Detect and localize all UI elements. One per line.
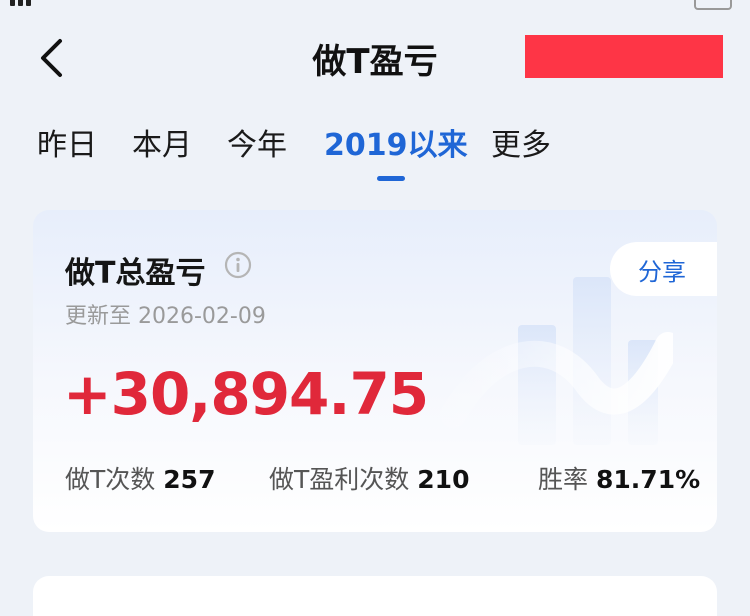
chevron-left-icon: [41, 39, 62, 77]
info-icon[interactable]: [224, 251, 252, 279]
signal-icon: [10, 0, 31, 6]
stat-trade-count: 做T次数 257: [65, 460, 215, 496]
redacted-area: [525, 35, 723, 78]
stat-profit-count: 做T盈利次数 210: [269, 460, 469, 496]
stat-value: 81.71%: [596, 465, 701, 494]
tab-yesterday[interactable]: 昨日: [37, 120, 97, 164]
header: 做T盈亏: [0, 24, 750, 94]
total-profit-value: +30,894.75: [63, 360, 429, 428]
tab-this-month[interactable]: 本月: [132, 120, 192, 164]
stat-label: 做T次数: [65, 465, 156, 494]
tab-since-2019[interactable]: 2019以来: [324, 120, 468, 164]
stat-value: 257: [163, 465, 216, 494]
battery-icon: [694, 0, 732, 10]
updated-date: 更新至 2026-02-09: [65, 304, 266, 329]
back-button[interactable]: [30, 36, 74, 80]
stat-label: 胜率: [538, 465, 589, 494]
active-tab-indicator: [377, 176, 405, 181]
stat-label: 做T盈利次数: [269, 465, 410, 494]
tab-this-year[interactable]: 今年: [227, 120, 287, 164]
card-title: 做T总盈亏: [65, 256, 206, 291]
share-button[interactable]: 分享: [610, 242, 717, 296]
stat-value: 210: [417, 465, 470, 494]
stat-win-rate: 胜率 81.71%: [538, 460, 700, 496]
next-card: [33, 576, 717, 616]
tab-more[interactable]: 更多: [491, 120, 551, 164]
summary-card: 做T总盈亏 更新至 2026-02-09 分享 +30,894.75 做T次数 2…: [33, 210, 717, 532]
status-bar: [0, 0, 750, 10]
